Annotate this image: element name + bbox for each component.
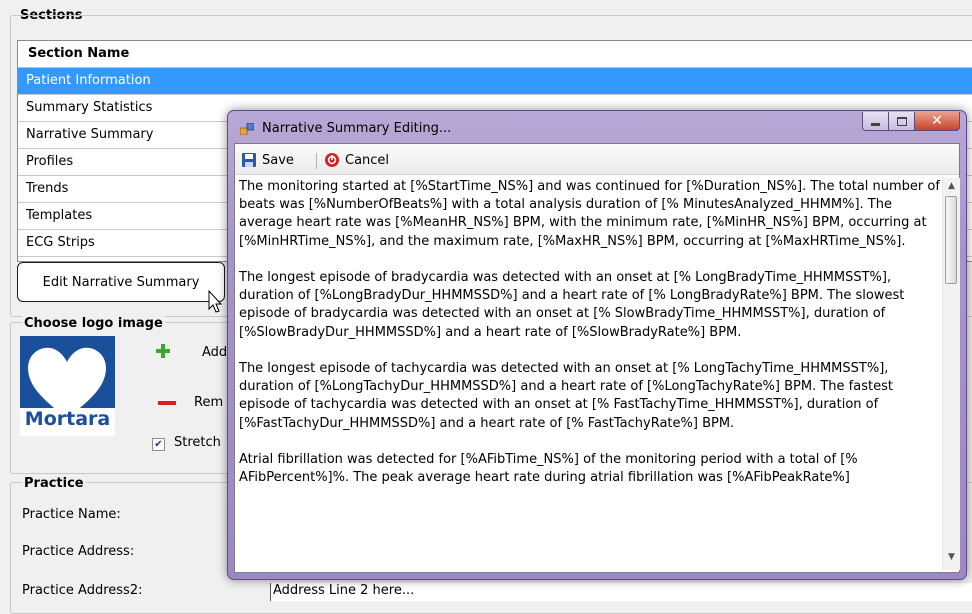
cancel-label: Cancel	[345, 152, 390, 168]
cancel-icon	[325, 153, 339, 167]
toolbar-separator	[316, 153, 317, 169]
logo-group-title: Choose logo image	[22, 316, 165, 331]
maximize-icon	[896, 116, 907, 126]
scroll-down-arrow-icon[interactable]: ▼	[943, 552, 960, 562]
close-button[interactable]: ✕	[915, 112, 960, 131]
save-button[interactable]: Save	[241, 151, 294, 169]
section-row-patient-information[interactable]: Patient Information	[18, 68, 972, 95]
stretch-checkbox[interactable]: ✔	[152, 438, 165, 451]
practice-address2-input[interactable]: Address Line 2 here...	[270, 583, 972, 601]
dialog-toolbar: Save Cancel	[235, 144, 959, 175]
vertical-scrollbar[interactable]: ▲ ▼	[942, 178, 960, 570]
minus-icon[interactable]	[158, 401, 176, 405]
dialog-content: Save Cancel The monitoring started at [%…	[234, 143, 960, 573]
add-logo-label[interactable]: Add	[202, 345, 227, 360]
minimize-icon	[871, 122, 880, 126]
narrative-paragraph: The monitoring started at [%StartTime_NS…	[239, 179, 940, 249]
practice-address-label: Practice Address:	[22, 544, 135, 559]
window-controls: ✕	[862, 112, 960, 132]
cancel-button[interactable]: Cancel	[324, 151, 389, 169]
narrative-paragraph: The longest episode of tachycardia was d…	[239, 361, 893, 431]
logo-brand-text: Mortara	[24, 408, 111, 430]
narrative-summary-dialog: Narrative Summary Editing... ✕ Save Canc…	[227, 110, 967, 580]
practice-address2-label: Practice Address2:	[22, 583, 143, 598]
plus-icon	[156, 344, 170, 358]
section-name-column-header[interactable]: Section Name	[18, 41, 972, 68]
dialog-title: Narrative Summary Editing...	[262, 121, 452, 136]
edit-narrative-summary-button[interactable]: Edit Narrative Summary	[17, 262, 225, 302]
stretch-label: Stretch	[174, 435, 221, 450]
add-logo-button[interactable]	[155, 342, 173, 360]
practice-name-label: Practice Name:	[22, 507, 121, 522]
save-floppy-icon	[242, 153, 256, 167]
save-label: Save	[262, 152, 294, 168]
app-window-icon	[240, 123, 254, 135]
mortara-logo-image: Mortara	[20, 336, 115, 436]
mouse-cursor-icon	[208, 290, 223, 313]
minimize-button[interactable]	[862, 112, 889, 131]
scroll-up-arrow-icon[interactable]: ▲	[943, 181, 960, 191]
scrollbar-thumb[interactable]	[945, 196, 957, 284]
narrative-paragraph: The longest episode of bradycardia was d…	[239, 270, 905, 340]
maximize-button[interactable]	[889, 112, 915, 131]
narrative-text-editor[interactable]: The monitoring started at [%StartTime_NS…	[239, 178, 942, 570]
close-icon: ✕	[931, 113, 943, 129]
narrative-paragraph: Atrial fibrillation was detected for [%A…	[239, 452, 858, 486]
practice-group-title: Practice	[22, 476, 86, 491]
remove-logo-label[interactable]: Rem	[194, 395, 223, 410]
